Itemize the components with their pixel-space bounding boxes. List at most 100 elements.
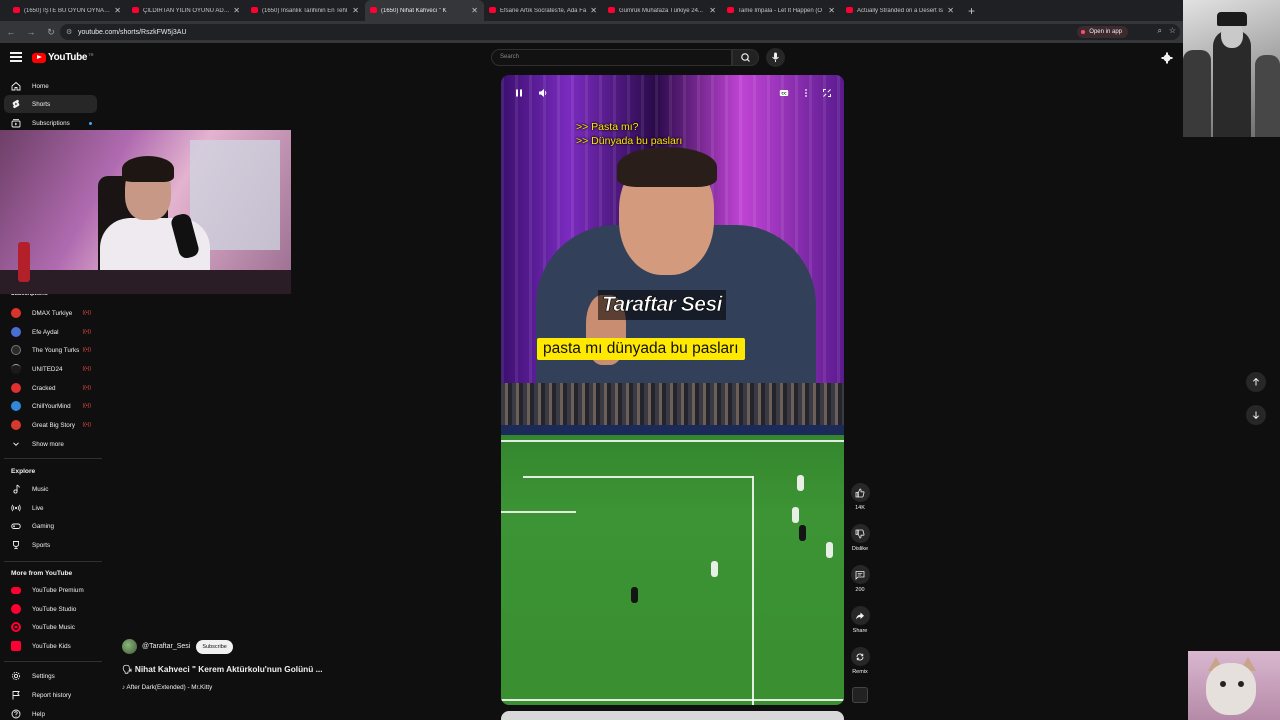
live-indicator-icon: ((•)) xyxy=(82,422,91,428)
sidebar-item-youtube-studio[interactable]: YouTube Studio xyxy=(4,600,97,618)
more-options-button[interactable] xyxy=(800,87,812,99)
search-input[interactable]: Search xyxy=(491,49,732,66)
close-tab-icon[interactable]: ✕ xyxy=(114,6,121,15)
close-tab-icon[interactable]: ✕ xyxy=(233,6,240,15)
volume-button[interactable] xyxy=(537,87,549,99)
more-vertical-icon xyxy=(805,89,807,97)
next-short-button[interactable] xyxy=(1246,405,1266,425)
flag-icon xyxy=(11,690,21,700)
show-more-button[interactable]: Show more xyxy=(4,435,97,453)
next-short-preview[interactable] xyxy=(501,711,844,720)
voice-search-button[interactable] xyxy=(766,48,785,67)
sidebar-item-youtube-kids[interactable]: YouTube Kids xyxy=(4,637,97,655)
browser-tab[interactable]: Tame Impala - Let It Happen (O ✕ xyxy=(722,0,841,21)
close-tab-icon[interactable]: ✕ xyxy=(352,6,359,15)
channel-item[interactable]: UNITED24 ((•)) xyxy=(4,360,97,378)
help-icon xyxy=(11,709,21,719)
football-player xyxy=(631,587,638,603)
captions-button[interactable]: CC xyxy=(778,87,790,99)
short-title[interactable]: 🗣 Nihat Kahveci " Kerem Aktürkolu'nun Go… xyxy=(122,664,323,675)
browser-tab[interactable]: Efsane Artık Socrates'te, Ada Fa ✕ xyxy=(484,0,603,21)
cat-photo-overlay xyxy=(1188,651,1280,720)
search-icon xyxy=(741,53,750,62)
zoom-search-icon[interactable]: ⌕ xyxy=(1158,26,1162,36)
browser-tab[interactable]: (1650) İŞTE BU OYUN OYNANIR ✕ xyxy=(8,0,127,21)
browser-tab[interactable]: Gümrük Muhafaza Türkiye 24... ✕ xyxy=(603,0,722,21)
sidebar-item-report-history[interactable]: Report history xyxy=(4,686,97,704)
sound-thumbnail[interactable] xyxy=(852,687,868,703)
sidebar-item-label: Live xyxy=(32,504,44,512)
address-bar[interactable]: ⚙ youtube.com/shorts/RszkFW5j3AU Open in… xyxy=(60,24,1180,40)
sidebar-item-shorts[interactable]: Shorts xyxy=(4,95,97,113)
browser-tab-active[interactable]: (1650) Nihat Kahveci " K ✕ xyxy=(365,0,484,21)
close-tab-icon[interactable]: ✕ xyxy=(709,6,716,15)
sidebar-item-music[interactable]: Music xyxy=(4,480,97,498)
remix-button[interactable]: Remix xyxy=(847,647,873,675)
channel-info: @Taraftar_Sesi Subscribe xyxy=(122,639,233,654)
hamburger-menu-icon[interactable] xyxy=(10,52,22,62)
webcam-bottle xyxy=(18,242,30,282)
sidebar-item-label: Music xyxy=(32,485,49,493)
channel-name: UNITED24 xyxy=(32,365,63,373)
channel-handle[interactable]: @Taraftar_Sesi xyxy=(142,643,190,650)
sidebar-item-youtube-premium[interactable]: YouTube Premium xyxy=(4,581,97,599)
channel-item[interactable]: ChillYourMind ((•)) xyxy=(4,397,97,415)
sidebar-item-label: Home xyxy=(32,82,49,90)
close-tab-icon[interactable]: ✕ xyxy=(828,6,835,15)
channel-item[interactable]: Efe Aydal ((•)) xyxy=(4,323,97,341)
back-icon[interactable]: ← xyxy=(2,27,20,37)
short-music-credit[interactable]: ♪ After Dark(Extended) - Mr.Kitty xyxy=(122,684,212,691)
dislike-button[interactable]: Dislike xyxy=(847,524,873,552)
dislike-label: Dislike xyxy=(851,546,869,552)
share-label: Share xyxy=(852,628,868,634)
sidebar-item-gaming[interactable]: Gaming xyxy=(4,517,97,535)
close-tab-icon[interactable]: ✕ xyxy=(947,6,954,15)
sidebar-item-home[interactable]: Home xyxy=(4,77,97,95)
sidebar-item-youtube-music[interactable]: YouTube Music xyxy=(4,618,97,636)
divider xyxy=(4,561,102,562)
pause-button[interactable] xyxy=(513,87,525,99)
microphone-icon xyxy=(772,52,779,62)
channel-item[interactable]: Cracked ((•)) xyxy=(4,379,97,397)
sidebar-item-live[interactable]: Live xyxy=(4,499,97,517)
channel-item[interactable]: The Young Turks ((•)) xyxy=(4,341,97,359)
comments-button[interactable]: 200 xyxy=(847,565,873,593)
close-tab-icon[interactable]: ✕ xyxy=(590,6,597,15)
sidebar-item-settings[interactable]: Settings xyxy=(4,667,97,685)
football-player xyxy=(711,561,718,577)
open-in-app-button[interactable]: Open in app xyxy=(1077,26,1128,38)
shorts-video-player[interactable]: CC >> Pasta mı? >> Dünyada bu pasları Ta… xyxy=(501,75,844,705)
avatar[interactable] xyxy=(122,639,137,654)
live-indicator-icon: ((•)) xyxy=(82,329,91,335)
channel-item[interactable]: DMAX Turkiye ((•)) xyxy=(4,304,97,322)
channel-item[interactable]: Great Big Story ((•)) xyxy=(4,416,97,434)
youtube-favicon-icon xyxy=(608,7,615,13)
site-info-icon[interactable]: ⚙ xyxy=(66,28,78,36)
channel-avatar xyxy=(11,364,21,374)
close-tab-icon[interactable]: ✕ xyxy=(471,6,478,15)
sidebar-item-help[interactable]: Help xyxy=(4,705,97,720)
reload-icon[interactable]: ↻ xyxy=(42,27,60,38)
like-button[interactable]: 14K xyxy=(847,483,873,511)
sidebar-item-label: YouTube Studio xyxy=(32,605,77,613)
music-disc-icon xyxy=(11,622,21,632)
forward-icon[interactable]: → xyxy=(22,27,40,37)
previous-short-button[interactable] xyxy=(1246,372,1266,392)
create-icon[interactable] xyxy=(1161,52,1173,64)
studio-gear-icon xyxy=(11,604,21,614)
logo-country-code: TR xyxy=(88,52,94,57)
share-button[interactable]: Share xyxy=(847,606,873,634)
browser-tab[interactable]: ÇILDIRTAN YILIN OYUNU ADAM ✕ xyxy=(127,0,246,21)
browser-tab[interactable]: (1650) İnsanlık Tarihinin En Tehl ✕ xyxy=(246,0,365,21)
bookmark-star-icon[interactable]: ☆ xyxy=(1169,26,1176,35)
avatar xyxy=(11,308,21,318)
youtube-logo[interactable]: YouTube TR xyxy=(32,52,94,63)
subscribe-button[interactable]: Subscribe xyxy=(196,639,233,654)
search-button[interactable] xyxy=(732,49,759,66)
cat-eye xyxy=(1220,681,1226,687)
sidebar-item-sports[interactable]: Sports xyxy=(4,536,97,554)
browser-tab[interactable]: Actually Stranded on a Desert Is ✕ xyxy=(841,0,960,21)
screen: (1650) İŞTE BU OYUN OYNANIR ✕ ÇILDIRTAN Y… xyxy=(0,0,1280,720)
new-tab-icon[interactable]: + xyxy=(968,4,975,18)
fullscreen-button[interactable] xyxy=(821,87,833,99)
